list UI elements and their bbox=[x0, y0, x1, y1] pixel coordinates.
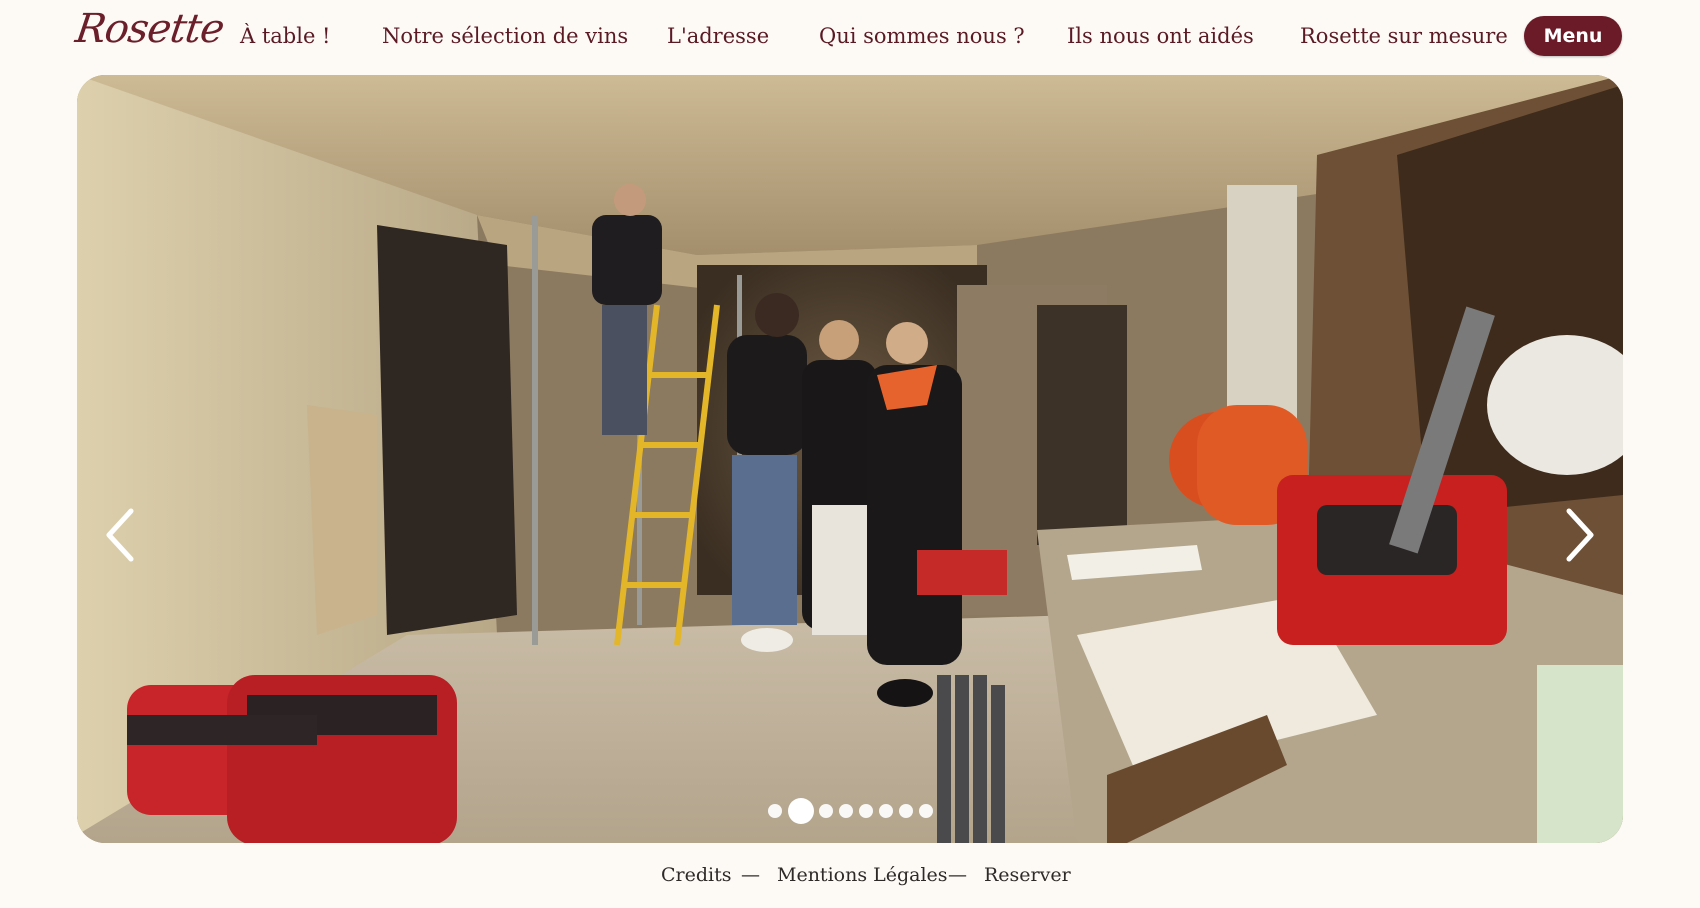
carousel-dot-2[interactable] bbox=[788, 798, 814, 824]
carousel-dot-6[interactable] bbox=[879, 804, 893, 818]
site-header: Rosette À table ! Notre sélection de vin… bbox=[0, 0, 1700, 74]
carousel-dot-5[interactable] bbox=[859, 804, 873, 818]
chevron-left-icon[interactable] bbox=[101, 505, 141, 565]
main-nav: À table ! Notre sélection de vins L'adre… bbox=[0, 24, 1700, 54]
chevron-right-icon[interactable] bbox=[1559, 505, 1599, 565]
site-footer: Credits — Mentions Légales — Reserver bbox=[0, 864, 1700, 892]
footer-link-reserver[interactable]: Reserver bbox=[984, 864, 1071, 886]
nav-item-adresse[interactable]: L'adresse bbox=[667, 24, 769, 48]
nav-item-ils-nous-ont-aides[interactable]: Ils nous ont aidés bbox=[1067, 24, 1254, 48]
nav-item-vins[interactable]: Notre sélection de vins bbox=[382, 24, 628, 48]
menu-button[interactable]: Menu bbox=[1524, 16, 1622, 56]
nav-item-sur-mesure[interactable]: Rosette sur mesure bbox=[1300, 24, 1508, 48]
nav-item-qui-sommes-nous[interactable]: Qui sommes nous ? bbox=[819, 24, 1025, 48]
footer-separator: — bbox=[741, 864, 760, 886]
footer-link-credits[interactable]: Credits bbox=[661, 864, 732, 886]
carousel-dot-7[interactable] bbox=[899, 804, 913, 818]
footer-link-mentions-legales[interactable]: Mentions Légales bbox=[777, 864, 948, 886]
carousel-dot-4[interactable] bbox=[839, 804, 853, 818]
renovation-photo bbox=[77, 75, 1623, 843]
carousel-dot-3[interactable] bbox=[819, 804, 833, 818]
nav-item-a-table[interactable]: À table ! bbox=[240, 24, 331, 48]
footer-separator: — bbox=[948, 864, 967, 886]
carousel-dot-1[interactable] bbox=[768, 804, 782, 818]
hero-carousel bbox=[77, 75, 1623, 843]
carousel-pagination bbox=[0, 796, 1700, 824]
carousel-dot-8[interactable] bbox=[919, 804, 933, 818]
